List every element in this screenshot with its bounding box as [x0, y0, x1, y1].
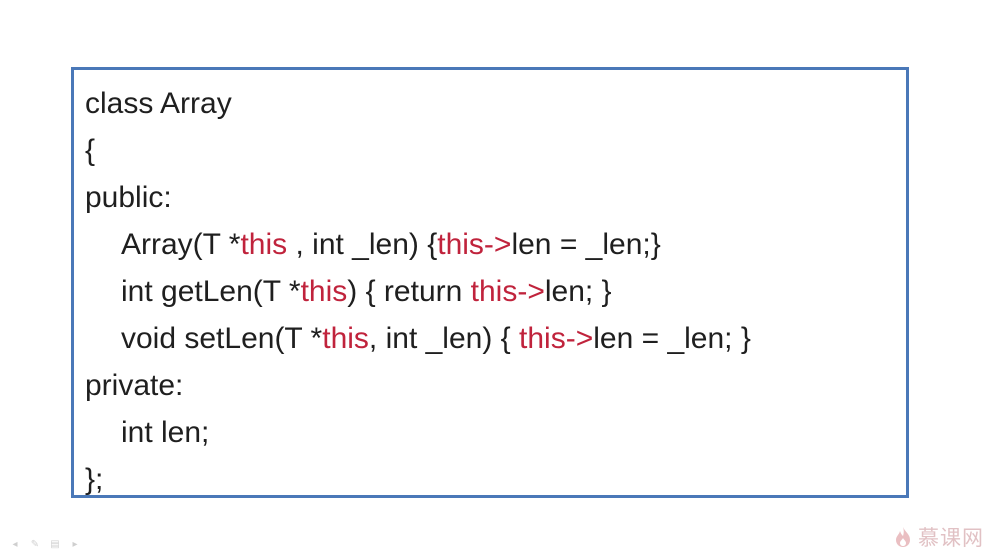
code-line: private:: [85, 362, 896, 409]
code-keyword: this: [240, 228, 288, 261]
code-line: public:: [85, 174, 896, 221]
code-line: int len;: [85, 409, 896, 456]
code-box: class Array{public: Array(T *this , int _…: [71, 67, 909, 498]
watermark: 慕课网: [892, 522, 984, 552]
code-text: , int _len) {: [287, 228, 438, 261]
code-block: class Array{public: Array(T *this , int _…: [85, 80, 896, 503]
code-line: {: [85, 127, 896, 174]
code-text: ) { return: [347, 275, 471, 308]
next-arrow-icon[interactable]: ▸: [68, 540, 82, 550]
code-text: {: [85, 134, 96, 167]
flame-logo-icon: [896, 527, 910, 547]
watermark-text: 慕课网: [918, 526, 984, 550]
code-text: len = _len;}: [511, 228, 661, 261]
code-text: class Array: [85, 87, 232, 120]
pen-icon[interactable]: ✎: [28, 540, 42, 550]
code-line: class Array: [85, 80, 896, 127]
code-keyword: this->: [470, 275, 545, 308]
code-text: Array(T *: [121, 228, 241, 261]
code-text: int len;: [121, 416, 210, 449]
code-text: len = _len; }: [593, 322, 751, 355]
code-line: Array(T *this , int _len) {this->len = _…: [85, 221, 896, 268]
code-text: void setLen(T *: [121, 322, 323, 355]
slide-toolbar: ◂ ✎ ▤ ▸: [8, 540, 82, 550]
code-text: };: [85, 463, 104, 496]
code-text: len; }: [544, 275, 612, 308]
code-line: int getLen(T *this) { return this->len; …: [85, 268, 896, 315]
code-line: };: [85, 456, 896, 503]
code-keyword: this: [300, 275, 348, 308]
code-text: , int _len) {: [368, 322, 520, 355]
code-text: public:: [85, 181, 172, 214]
code-text: int getLen(T *: [121, 275, 301, 308]
code-text: private:: [85, 369, 184, 402]
code-keyword: this->: [519, 322, 594, 355]
slide-menu-icon[interactable]: ▤: [48, 540, 62, 550]
prev-arrow-icon[interactable]: ◂: [8, 540, 22, 550]
code-keyword: this->: [437, 228, 512, 261]
code-line: void setLen(T *this, int _len) { this->l…: [85, 315, 896, 362]
code-keyword: this: [322, 322, 369, 355]
